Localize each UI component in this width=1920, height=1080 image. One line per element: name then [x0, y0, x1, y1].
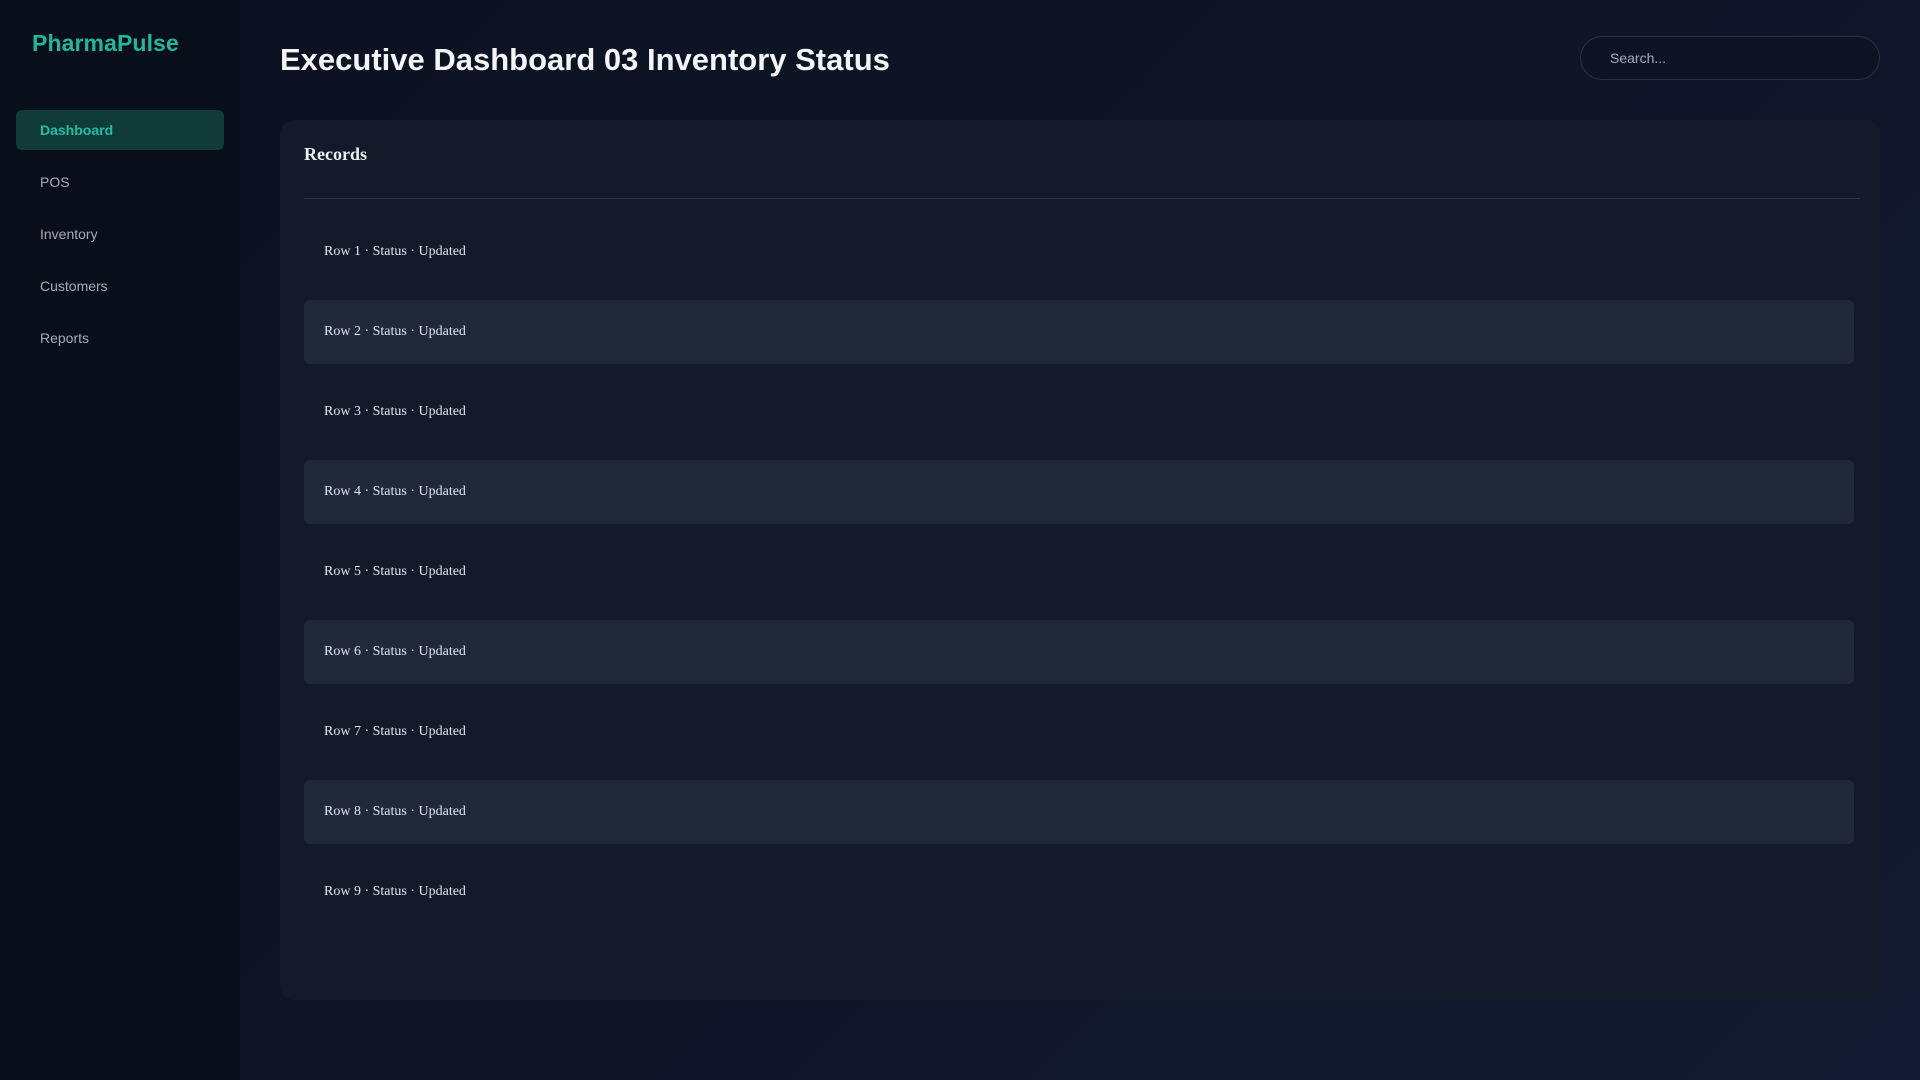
records-list: Row 1 · Status · Updated Row 2 · Status … — [304, 220, 1854, 940]
list-item[interactable]: Row 7 · Status · Updated — [304, 700, 1854, 764]
records-title: Records — [304, 144, 367, 164]
divider — [304, 198, 1860, 199]
sidebar-item-customers[interactable]: Customers — [16, 266, 224, 306]
sidebar: PharmaPulse Dashboard POS Inventory Cust… — [0, 0, 240, 1080]
list-item[interactable]: Row 2 · Status · Updated — [304, 300, 1854, 364]
list-item[interactable]: Row 5 · Status · Updated — [304, 540, 1854, 604]
sidebar-item-reports[interactable]: Reports — [16, 318, 224, 358]
list-item[interactable]: Row 4 · Status · Updated — [304, 460, 1854, 524]
list-item[interactable]: Row 6 · Status · Updated — [304, 620, 1854, 684]
sidebar-item-pos[interactable]: POS — [16, 162, 224, 202]
list-item[interactable]: Row 9 · Status · Updated — [304, 860, 1854, 924]
brand-logo[interactable]: PharmaPulse — [32, 30, 179, 57]
app-window: PharmaPulse Dashboard POS Inventory Cust… — [0, 0, 1920, 1080]
page-title: Executive Dashboard 03 Inventory Status — [280, 42, 890, 77]
list-item[interactable]: Row 3 · Status · Updated — [304, 380, 1854, 444]
list-item[interactable]: Row 1 · Status · Updated — [304, 220, 1854, 284]
list-item[interactable]: Row 8 · Status · Updated — [304, 780, 1854, 844]
sidebar-item-dashboard[interactable]: Dashboard — [16, 110, 224, 150]
search-input[interactable] — [1580, 36, 1880, 80]
sidebar-item-inventory[interactable]: Inventory — [16, 214, 224, 254]
records-card: Records Row 1 · Status · Updated Row 2 ·… — [280, 120, 1880, 1000]
sidebar-nav: Dashboard POS Inventory Customers Report… — [16, 110, 224, 370]
